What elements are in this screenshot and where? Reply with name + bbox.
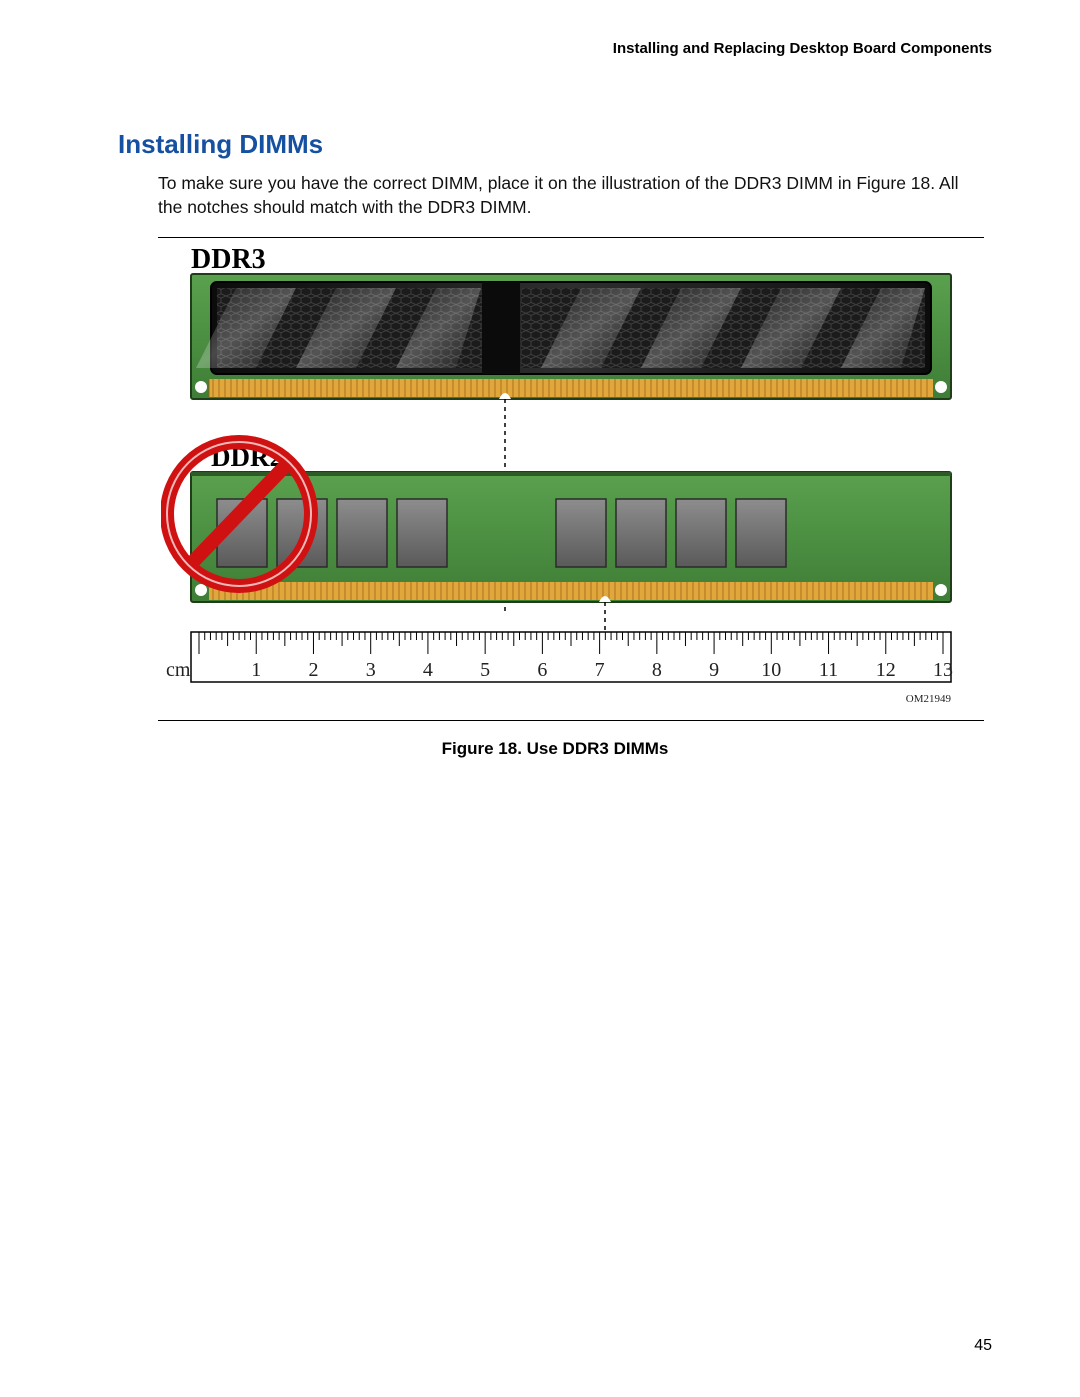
ruler-number: 7 [595,659,605,681]
ruler-number: 8 [652,659,662,681]
ruler-number: 13 [933,659,953,681]
ruler-number: 2 [308,659,318,681]
dimm-illustration: DDR3 [161,244,981,714]
ruler-unit: cm [166,659,191,681]
ruler-number: 12 [876,659,896,681]
figure-caption: Figure 18. Use DDR3 DIMMs [118,739,992,759]
section-title: Installing DIMMs [118,129,992,160]
ruler: cm 12345678910111213 [166,632,953,682]
ddr3-module [191,274,951,399]
ruler-number: 10 [761,659,781,681]
page-number: 45 [974,1337,992,1355]
figure-container: DDR3 [158,237,984,721]
body-paragraph: To make sure you have the correct DIMM, … [158,172,984,219]
ruler-number: 4 [423,659,433,681]
ruler-number: 6 [537,659,547,681]
ruler-number: 9 [709,659,719,681]
ddr3-label: DDR3 [191,244,266,275]
ruler-number: 11 [819,659,838,681]
image-code: OM21949 [906,693,952,705]
ruler-number: 3 [366,659,376,681]
ruler-number: 5 [480,659,490,681]
ruler-number: 1 [251,659,261,681]
page-header: Installing and Replacing Desktop Board C… [118,40,992,57]
